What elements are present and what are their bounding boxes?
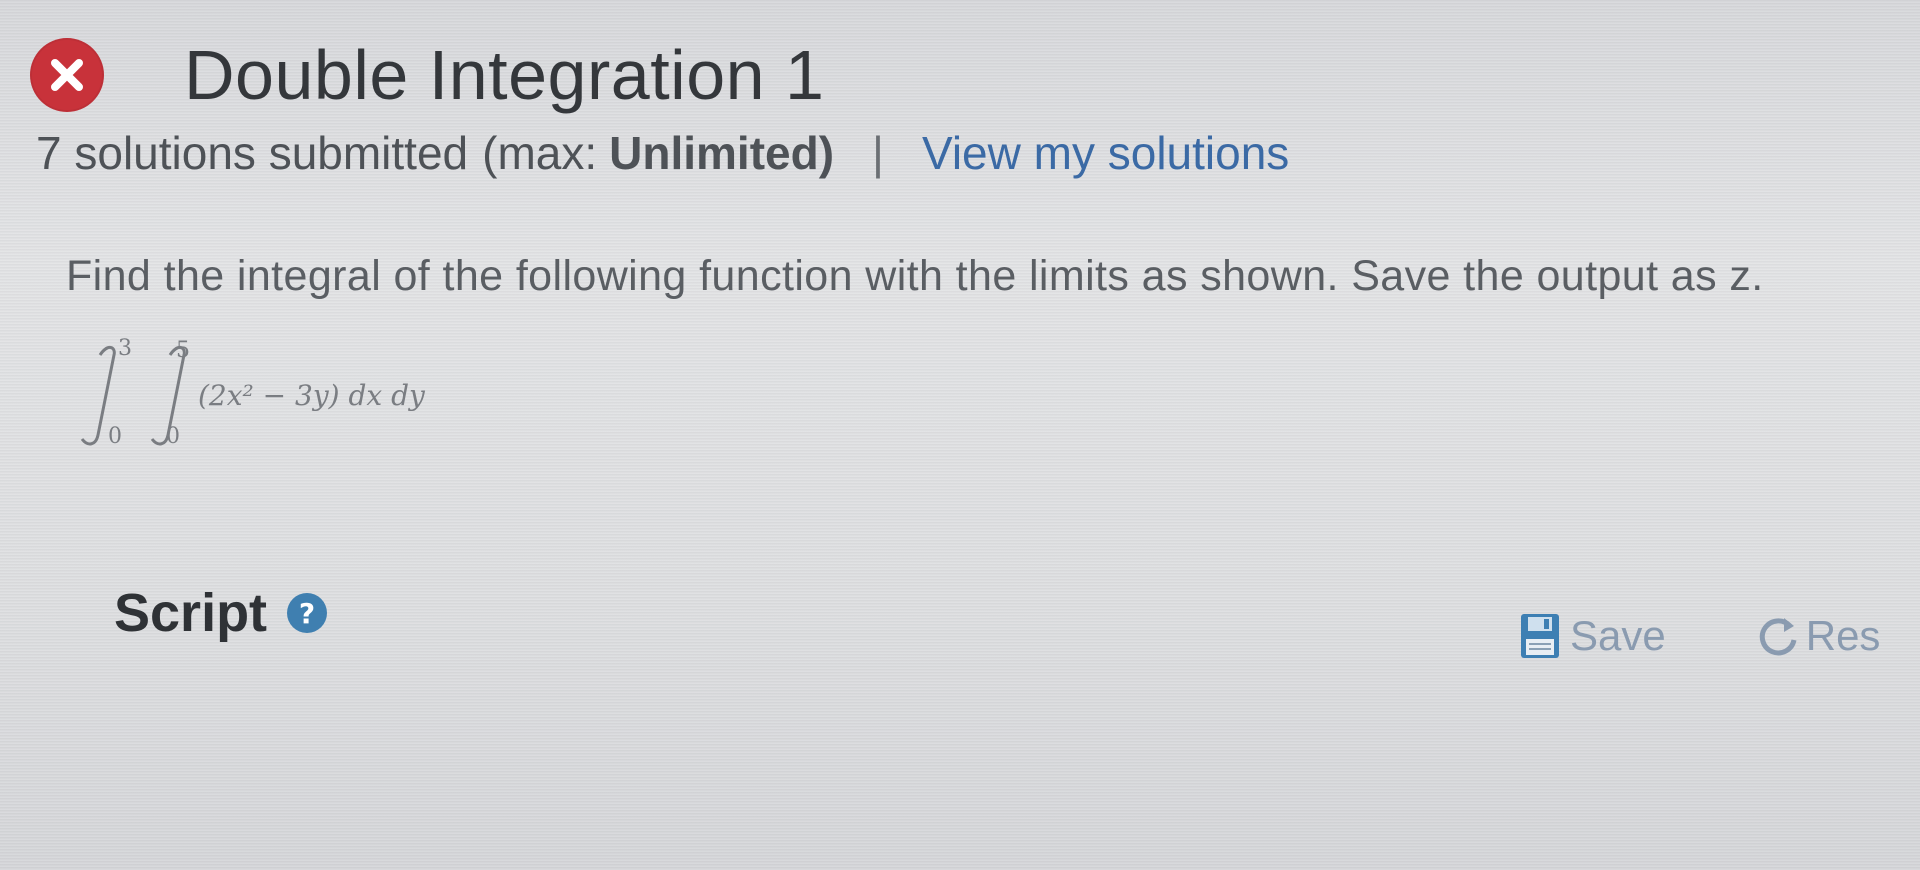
problem-title: Double Integration 1 [184, 36, 825, 114]
integrand: (2x² − 3y) dx dy [198, 379, 426, 412]
max-label: (max: [482, 127, 598, 179]
script-label: Script [114, 583, 268, 643]
outer-upper-limit: 3 [118, 336, 132, 361]
outer-lower-limit: 0 [108, 424, 122, 449]
save-button[interactable]: Save [1520, 612, 1666, 660]
view-solutions-link[interactable]: View my solutions [922, 126, 1289, 180]
floppy-disk-icon [1521, 614, 1559, 658]
max-value: Unlimited) [609, 127, 835, 179]
question-icon[interactable]: ? [287, 593, 328, 633]
submission-info: 7 solutions submitted (max: Unlimited) |… [36, 126, 1289, 180]
inner-lower-limit: 0 [166, 424, 180, 449]
close-icon [30, 38, 104, 112]
inner-upper-limit: 5 [176, 338, 190, 363]
script-toolbar: Save Res [1520, 612, 1880, 660]
reset-label: Res [1805, 612, 1881, 659]
reset-icon [1759, 618, 1797, 656]
problem-instructions: Find the integral of the following funct… [66, 252, 1764, 300]
script-heading: Script ? [114, 582, 328, 644]
submission-count: 7 solutions submitted [36, 127, 469, 179]
reset-button[interactable]: Res [1756, 612, 1881, 660]
separator: | [872, 127, 884, 179]
integral-formula: 3 0 5 0 (2x² − 3y) dx dy [70, 335, 590, 455]
problem-header: Double Integration 1 [30, 30, 824, 120]
save-label: Save [1570, 612, 1666, 659]
screen: Double Integration 1 7 solutions submitt… [0, 0, 1920, 870]
